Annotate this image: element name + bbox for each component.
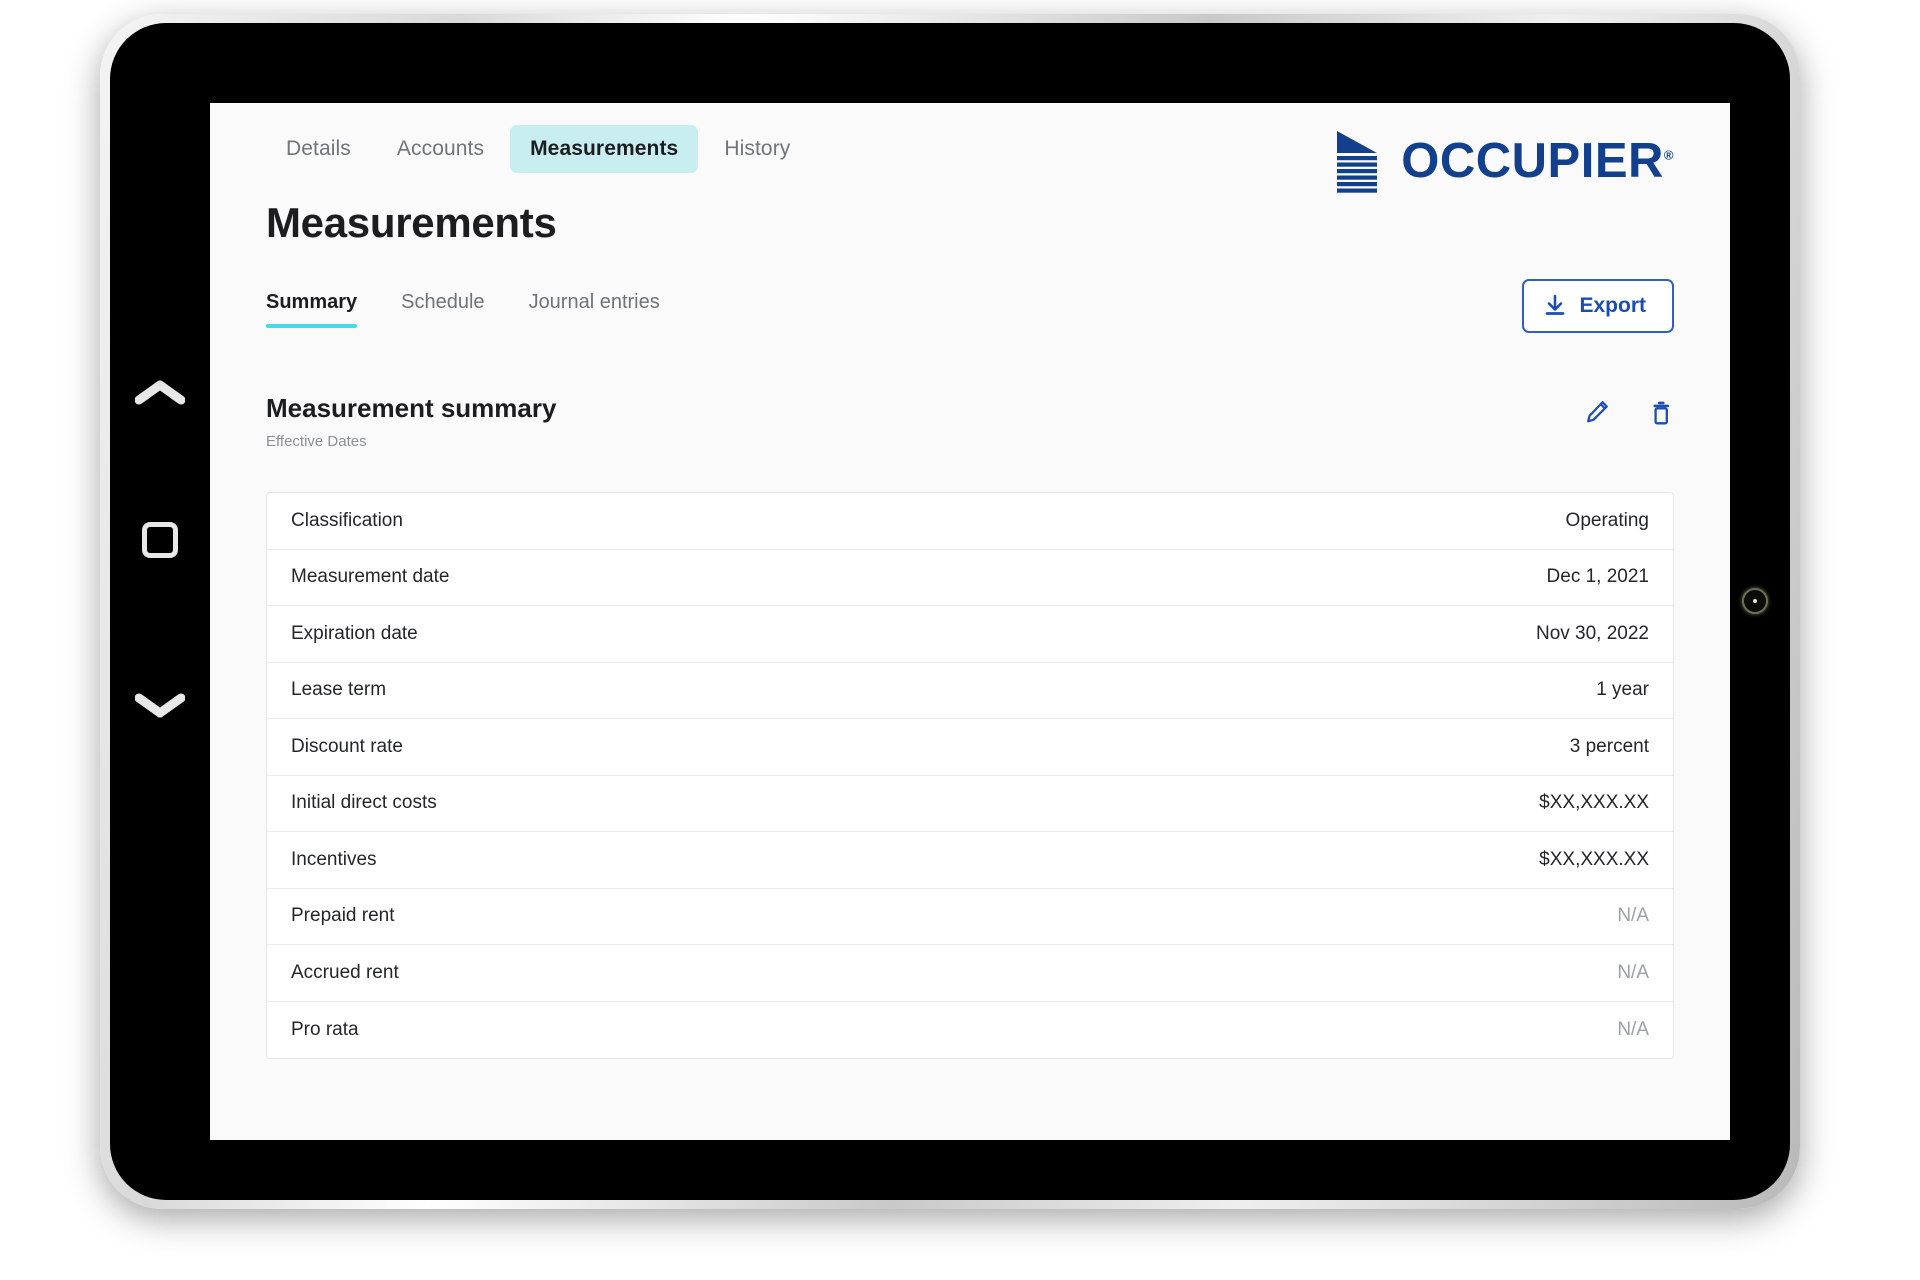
occupier-logo: OCCUPIER® (1333, 125, 1674, 197)
section-title: Measurement summary (266, 393, 557, 423)
row-label: Measurement date (291, 566, 450, 588)
row-value: N/A (1617, 961, 1649, 983)
table-row: Prepaid rent N/A (267, 888, 1673, 945)
measurement-summary-table: Classification Operating Measurement dat… (266, 492, 1674, 1059)
row-value: 1 year (1596, 679, 1649, 701)
app-viewport: Details Accounts Measurements History OC (210, 103, 1730, 1140)
subtab-summary[interactable]: Summary (266, 291, 358, 328)
row-label: Prepaid rent (291, 905, 395, 927)
tab-history[interactable]: History (704, 125, 810, 173)
tab-details[interactable]: Details (266, 125, 371, 173)
pencil-icon (1587, 401, 1608, 423)
row-value: N/A (1617, 905, 1649, 927)
row-label: Initial direct costs (291, 792, 437, 814)
row-label: Expiration date (291, 622, 418, 644)
row-label: Discount rate (291, 735, 403, 757)
brand-wordmark: OCCUPIER® (1401, 133, 1674, 188)
secondary-tab-bar: Summary Schedule Journal entries (266, 291, 660, 328)
row-label: Lease term (291, 679, 387, 701)
export-button-label: Export (1579, 294, 1646, 317)
section-action-buttons (1584, 393, 1674, 427)
row-value: $XX,XXX.XX (1539, 848, 1649, 870)
secondary-tab-row: Summary Schedule Journal entries Export (266, 279, 1674, 351)
brand-name-text: OCCUPIER (1401, 133, 1664, 188)
subtab-journal-entries[interactable]: Journal entries (529, 291, 660, 328)
tab-measurements[interactable]: Measurements (510, 125, 699, 173)
section-subtitle: Effective Dates (266, 433, 367, 450)
row-label: Incentives (291, 848, 377, 870)
registered-mark: ® (1663, 147, 1674, 163)
row-label: Classification (291, 509, 403, 531)
edit-button[interactable] (1584, 399, 1610, 427)
table-row: Classification Operating (267, 493, 1673, 550)
camera-lens-icon (1742, 588, 1768, 614)
tab-accounts[interactable]: Accounts (377, 125, 504, 173)
download-icon (1546, 294, 1565, 315)
trash-icon (1653, 401, 1669, 425)
row-value: Nov 30, 2022 (1535, 622, 1649, 644)
row-value: Dec 1, 2021 (1546, 566, 1649, 588)
row-value: Operating (1565, 509, 1649, 531)
table-row: Measurement date Dec 1, 2021 (267, 549, 1673, 606)
tablet-screen: Details Accounts Measurements History OC (210, 103, 1730, 1140)
table-row: Pro rata N/A (267, 1001, 1673, 1058)
export-button[interactable]: Export (1522, 279, 1674, 333)
occupier-building-logo-icon (1337, 131, 1378, 193)
delete-button[interactable] (1648, 399, 1674, 427)
row-value: $XX,XXX.XX (1539, 792, 1649, 814)
table-row: Lease term 1 year (267, 662, 1673, 719)
row-label: Pro rata (291, 1018, 359, 1040)
measurement-summary-header: Measurement summary Effective Dates (266, 393, 1674, 450)
table-row: Accrued rent N/A (267, 945, 1673, 1002)
table-row: Expiration date Nov 30, 2022 (267, 606, 1673, 663)
table-row: Discount rate 3 percent (267, 719, 1673, 776)
row-value: 3 percent (1569, 735, 1649, 757)
row-value: N/A (1617, 1018, 1649, 1040)
screenshot-root: Details Accounts Measurements History OC (0, 0, 1920, 1280)
row-label: Accrued rent (291, 961, 399, 983)
table-row: Initial direct costs $XX,XXX.XX (267, 775, 1673, 832)
table-row: Incentives $XX,XXX.XX (267, 832, 1673, 889)
section-title-block: Measurement summary Effective Dates (266, 393, 556, 450)
subtab-schedule[interactable]: Schedule (401, 291, 484, 328)
page-title: Measurements (266, 199, 557, 246)
